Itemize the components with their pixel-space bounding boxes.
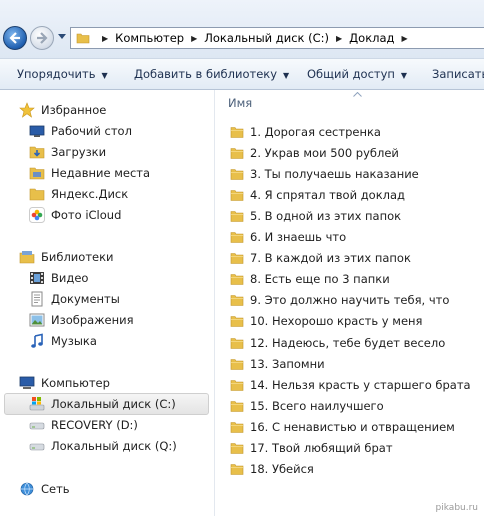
share-button[interactable]: Общий доступ ▼ — [307, 67, 407, 81]
sort-ascending-icon — [353, 92, 362, 97]
nav-item-label: Яндекс.Диск — [51, 187, 129, 201]
breadcrumb-drive-c[interactable]: Локальный диск (C:) — [204, 31, 329, 45]
file-name: 18. Убейся — [250, 461, 314, 476]
nav-item-label: Локальный диск (C:) — [51, 397, 176, 411]
icloud-photos-icon — [29, 207, 45, 223]
folder-icon — [230, 421, 244, 433]
folder-icon — [230, 253, 244, 265]
chevron-down-icon: ▼ — [101, 71, 108, 80]
nav-item-label: Изображения — [51, 313, 134, 327]
file-name: 1. Дорогая сестренка — [250, 125, 381, 139]
forward-button[interactable] — [30, 26, 54, 50]
folder-icon — [230, 442, 244, 454]
file-name: 13. Запомни — [250, 356, 325, 371]
share-label: Общий доступ — [307, 67, 395, 81]
downloads-folder-icon — [29, 146, 45, 159]
column-header-name[interactable]: Имя — [228, 96, 252, 110]
folder-icon — [230, 400, 244, 412]
file-name: 12. Надеюсь, тебе будет весело — [250, 335, 446, 350]
file-name: 17. Твой любящий брат — [250, 440, 393, 455]
nav-item-label: Локальный диск (Q:) — [51, 439, 177, 453]
nav-favorites-label: Избранное — [41, 103, 107, 117]
file-name: 3. Ты получаешь наказание — [250, 167, 419, 182]
nav-libraries-label: Библиотеки — [41, 250, 114, 264]
file-name: 16. С ненавистью и отвращением — [250, 419, 455, 434]
nav-item-label: Фото iCloud — [51, 208, 122, 222]
folder-icon — [230, 463, 244, 475]
nav-computer-label: Компьютер — [41, 376, 110, 390]
breadcrumb-doklad[interactable]: Доклад — [349, 31, 394, 45]
back-arrow-icon — [9, 32, 20, 44]
folder-icon — [230, 190, 244, 201]
back-button[interactable] — [3, 26, 27, 50]
address-box[interactable]: ▶ Компьютер ▶ Локальный диск (C:) ▶ Докл… — [70, 27, 484, 49]
breadcrumb: ▶ Компьютер ▶ Локальный диск (C:) ▶ Докл… — [95, 28, 415, 48]
folder-icon — [230, 148, 244, 159]
folder-icon — [230, 211, 244, 222]
libraries-icon — [19, 251, 35, 264]
folder-icon — [76, 33, 90, 44]
nav-network-label: Сеть — [41, 482, 70, 496]
music-note-icon — [31, 333, 43, 348]
folder-icon — [230, 169, 244, 180]
folder-icon — [230, 295, 244, 307]
file-name: 14. Нельзя красть у старшего брата — [250, 377, 471, 392]
navigation-pane: Избранное Рабочий стол Загрузки Недавние… — [0, 90, 215, 516]
file-name: 8. Есть еще по 3 папки — [250, 272, 390, 287]
drive-icon — [29, 422, 45, 430]
folder-icon — [230, 232, 244, 244]
nav-item-label: Недавние места — [51, 166, 151, 180]
nav-item-label: RECOVERY (D:) — [51, 418, 138, 432]
folder-icon — [230, 127, 244, 138]
burn-button[interactable]: Записать — [432, 67, 484, 81]
nav-item-label: Загрузки — [51, 145, 107, 159]
address-bar-region: ▶ Компьютер ▶ Локальный диск (C:) ▶ Докл… — [0, 0, 484, 58]
video-library-icon — [30, 272, 44, 284]
file-name: 10. Нехорошо красть у меня — [250, 314, 423, 329]
file-name: 6. И знаешь что — [250, 230, 347, 245]
file-name: 7. В каждой из этих папок — [250, 251, 411, 266]
burn-label: Записать — [432, 67, 484, 81]
breadcrumb-computer[interactable]: Компьютер — [115, 31, 184, 45]
system-drive-icon — [29, 397, 45, 411]
file-name: 5. В одной из этих папок — [250, 209, 402, 224]
network-icon — [20, 482, 34, 496]
file-name: 15. Всего наилучшего — [250, 398, 384, 413]
file-name: 4. Я спрятал твой доклад — [250, 188, 406, 203]
desktop-icon — [29, 125, 45, 137]
file-name: 2. Украв мои 500 рублей — [250, 146, 399, 161]
nav-item-label: Документы — [51, 292, 120, 306]
star-icon — [19, 102, 35, 118]
folder-icon — [230, 337, 244, 349]
folder-icon — [230, 274, 244, 286]
file-name: 9. Это должно научить тебя, что — [250, 293, 450, 308]
breadcrumb-separator[interactable]: ▶ — [395, 34, 415, 43]
breadcrumb-separator[interactable]: ▶ — [184, 34, 204, 43]
recent-places-icon — [29, 167, 45, 180]
file-list-pane: Имя 1. Дорогая сестренка 2. Украв мои 500… — [216, 90, 484, 516]
nav-item-label: Рабочий стол — [51, 124, 132, 138]
folder-icon — [230, 379, 244, 391]
breadcrumb-separator[interactable]: ▶ — [329, 34, 349, 43]
add-to-library-button[interactable]: Добавить в библиотеку ▼ — [134, 67, 289, 81]
breadcrumb-separator[interactable]: ▶ — [95, 34, 115, 43]
folder-icon — [230, 316, 244, 328]
chevron-down-icon: ▼ — [400, 71, 408, 80]
chevron-down-icon: ▼ — [283, 71, 290, 80]
folder-icon — [29, 188, 45, 201]
forward-arrow-icon — [37, 32, 48, 44]
add-to-library-label: Добавить в библиотеку — [134, 67, 278, 81]
drive-icon — [29, 443, 45, 451]
nav-item-label: Музыка — [51, 334, 97, 348]
pictures-library-icon — [29, 313, 45, 327]
folder-icon — [230, 358, 244, 370]
command-bar: Упорядочить ▼ Добавить в библиотеку ▼ Общи… — [0, 58, 484, 90]
watermark: pikabu.ru — [435, 503, 478, 513]
organize-label: Упорядочить — [17, 67, 96, 81]
documents-library-icon — [31, 291, 43, 307]
computer-icon — [19, 376, 35, 389]
nav-item-label: Видео — [51, 271, 89, 285]
recent-pages-dropdown-icon[interactable] — [58, 34, 66, 40]
organize-button[interactable]: Упорядочить ▼ — [17, 67, 108, 81]
